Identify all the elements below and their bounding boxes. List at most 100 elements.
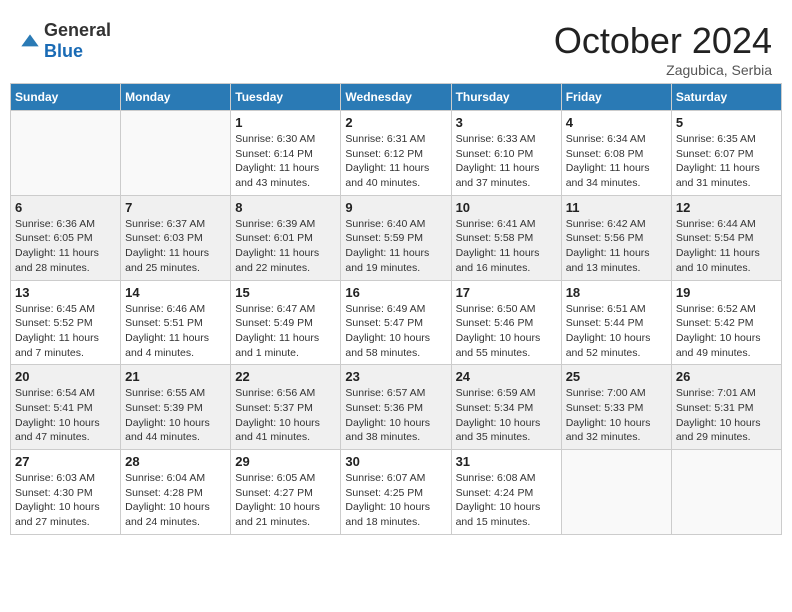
table-row: 22 Sunrise: 6:56 AMSunset: 5:37 PMDayligh… [231, 365, 341, 450]
day-number: 3 [456, 115, 557, 130]
table-row: 3Sunrise: 6:33 AMSunset: 6:10 PMDaylight… [451, 111, 561, 196]
day-number: 19 [676, 285, 777, 300]
day-number: 16 [345, 285, 446, 300]
table-row: 27 Sunrise: 6:03 AMSunset: 4:30 PMDayligh… [11, 450, 121, 535]
day-info: Sunrise: 6:31 AMSunset: 6:12 PMDaylight:… [345, 132, 446, 191]
table-row: 4Sunrise: 6:34 AMSunset: 6:08 PMDaylight… [561, 111, 671, 196]
calendar-table: Sunday Monday Tuesday Wednesday Thursday… [10, 83, 782, 535]
day-info: Sunrise: 6:44 AMSunset: 5:54 PMDaylight:… [676, 217, 777, 276]
page-header: General Blue October 2024 Zagubica, Serb… [10, 10, 782, 83]
day-number: 31 [456, 454, 557, 469]
day-number: 29 [235, 454, 336, 469]
day-info: Sunrise: 6:39 AMSunset: 6:01 PMDaylight:… [235, 217, 336, 276]
day-info: Sunrise: 6:42 AMSunset: 5:56 PMDaylight:… [566, 217, 667, 276]
day-info: Sunrise: 6:30 AMSunset: 6:14 PMDaylight:… [235, 132, 336, 191]
day-info: Sunrise: 6:04 AMSunset: 4:28 PMDaylight:… [125, 471, 226, 530]
table-row: 8 Sunrise: 6:39 AMSunset: 6:01 PMDaylight… [231, 195, 341, 280]
day-number: 6 [15, 200, 116, 215]
table-row: 6 Sunrise: 6:36 AMSunset: 6:05 PMDaylight… [11, 195, 121, 280]
day-info: Sunrise: 6:08 AMSunset: 4:24 PMDaylight:… [456, 471, 557, 530]
day-info: Sunrise: 6:03 AMSunset: 4:30 PMDaylight:… [15, 471, 116, 530]
day-number: 21 [125, 369, 226, 384]
table-row: 30 Sunrise: 6:07 AMSunset: 4:25 PMDayligh… [341, 450, 451, 535]
day-info: Sunrise: 6:34 AMSunset: 6:08 PMDaylight:… [566, 132, 667, 191]
logo: General Blue [20, 20, 111, 62]
day-info: Sunrise: 6:50 AMSunset: 5:46 PMDaylight:… [456, 302, 557, 361]
day-info: Sunrise: 6:59 AMSunset: 5:34 PMDaylight:… [456, 386, 557, 445]
table-row: 21 Sunrise: 6:55 AMSunset: 5:39 PMDayligh… [121, 365, 231, 450]
day-number: 26 [676, 369, 777, 384]
day-info: Sunrise: 6:49 AMSunset: 5:47 PMDaylight:… [345, 302, 446, 361]
table-row: 9 Sunrise: 6:40 AMSunset: 5:59 PMDaylight… [341, 195, 451, 280]
title-block: October 2024 Zagubica, Serbia [554, 20, 772, 78]
day-number: 25 [566, 369, 667, 384]
day-info: Sunrise: 6:37 AMSunset: 6:03 PMDaylight:… [125, 217, 226, 276]
day-info: Sunrise: 6:57 AMSunset: 5:36 PMDaylight:… [345, 386, 446, 445]
col-tuesday: Tuesday [231, 84, 341, 111]
table-row: 23 Sunrise: 6:57 AMSunset: 5:36 PMDayligh… [341, 365, 451, 450]
table-row: 10Sunrise: 6:41 AMSunset: 5:58 PMDayligh… [451, 195, 561, 280]
day-number: 30 [345, 454, 446, 469]
day-number: 12 [676, 200, 777, 215]
day-info: Sunrise: 7:00 AMSunset: 5:33 PMDaylight:… [566, 386, 667, 445]
day-number: 8 [235, 200, 336, 215]
day-info: Sunrise: 6:54 AMSunset: 5:41 PMDaylight:… [15, 386, 116, 445]
logo-general: General [44, 20, 111, 40]
table-row: 14Sunrise: 6:46 AMSunset: 5:51 PMDayligh… [121, 280, 231, 365]
table-row: 24 Sunrise: 6:59 AMSunset: 5:34 PMDayligh… [451, 365, 561, 450]
calendar-header-row: Sunday Monday Tuesday Wednesday Thursday… [11, 84, 782, 111]
table-row: 17Sunrise: 6:50 AMSunset: 5:46 PMDayligh… [451, 280, 561, 365]
table-row: 13Sunrise: 6:45 AMSunset: 5:52 PMDayligh… [11, 280, 121, 365]
day-info: Sunrise: 7:01 AMSunset: 5:31 PMDaylight:… [676, 386, 777, 445]
day-info: Sunrise: 6:07 AMSunset: 4:25 PMDaylight:… [345, 471, 446, 530]
col-saturday: Saturday [671, 84, 781, 111]
day-number: 11 [566, 200, 667, 215]
table-row: 25 Sunrise: 7:00 AMSunset: 5:33 PMDayligh… [561, 365, 671, 450]
location-subtitle: Zagubica, Serbia [554, 62, 772, 78]
col-monday: Monday [121, 84, 231, 111]
day-number: 15 [235, 285, 336, 300]
day-number: 24 [456, 369, 557, 384]
day-info: Sunrise: 6:40 AMSunset: 5:59 PMDaylight:… [345, 217, 446, 276]
table-row: 5 Sunrise: 6:35 AMSunset: 6:07 PMDaylight… [671, 111, 781, 196]
day-number: 22 [235, 369, 336, 384]
day-info: Sunrise: 6:55 AMSunset: 5:39 PMDaylight:… [125, 386, 226, 445]
col-wednesday: Wednesday [341, 84, 451, 111]
day-number: 28 [125, 454, 226, 469]
logo-blue: Blue [44, 41, 83, 61]
table-row: 29Sunrise: 6:05 AMSunset: 4:27 PMDayligh… [231, 450, 341, 535]
day-number: 5 [676, 115, 777, 130]
table-row: 31 Sunrise: 6:08 AMSunset: 4:24 PMDayligh… [451, 450, 561, 535]
day-number: 13 [15, 285, 116, 300]
day-number: 10 [456, 200, 557, 215]
day-number: 9 [345, 200, 446, 215]
calendar-week-row: 13Sunrise: 6:45 AMSunset: 5:52 PMDayligh… [11, 280, 782, 365]
table-row [561, 450, 671, 535]
table-row: 12 Sunrise: 6:44 AMSunset: 5:54 PMDayligh… [671, 195, 781, 280]
month-title: October 2024 [554, 20, 772, 62]
table-row [11, 111, 121, 196]
calendar-week-row: 27 Sunrise: 6:03 AMSunset: 4:30 PMDayligh… [11, 450, 782, 535]
day-number: 18 [566, 285, 667, 300]
table-row: 26 Sunrise: 7:01 AMSunset: 5:31 PMDayligh… [671, 365, 781, 450]
day-number: 20 [15, 369, 116, 384]
day-number: 27 [15, 454, 116, 469]
table-row: 15Sunrise: 6:47 AMSunset: 5:49 PMDayligh… [231, 280, 341, 365]
table-row: 11 Sunrise: 6:42 AMSunset: 5:56 PMDayligh… [561, 195, 671, 280]
table-row [121, 111, 231, 196]
col-sunday: Sunday [11, 84, 121, 111]
day-number: 1 [235, 115, 336, 130]
day-info: Sunrise: 6:56 AMSunset: 5:37 PMDaylight:… [235, 386, 336, 445]
day-info: Sunrise: 6:52 AMSunset: 5:42 PMDaylight:… [676, 302, 777, 361]
table-row [671, 450, 781, 535]
day-info: Sunrise: 6:35 AMSunset: 6:07 PMDaylight:… [676, 132, 777, 191]
day-number: 2 [345, 115, 446, 130]
day-info: Sunrise: 6:36 AMSunset: 6:05 PMDaylight:… [15, 217, 116, 276]
table-row: 16 Sunrise: 6:49 AMSunset: 5:47 PMDayligh… [341, 280, 451, 365]
day-number: 7 [125, 200, 226, 215]
day-info: Sunrise: 6:51 AMSunset: 5:44 PMDaylight:… [566, 302, 667, 361]
day-number: 23 [345, 369, 446, 384]
table-row: 1 Sunrise: 6:30 AMSunset: 6:14 PMDaylight… [231, 111, 341, 196]
calendar-week-row: 6 Sunrise: 6:36 AMSunset: 6:05 PMDaylight… [11, 195, 782, 280]
table-row: 7 Sunrise: 6:37 AMSunset: 6:03 PMDaylight… [121, 195, 231, 280]
